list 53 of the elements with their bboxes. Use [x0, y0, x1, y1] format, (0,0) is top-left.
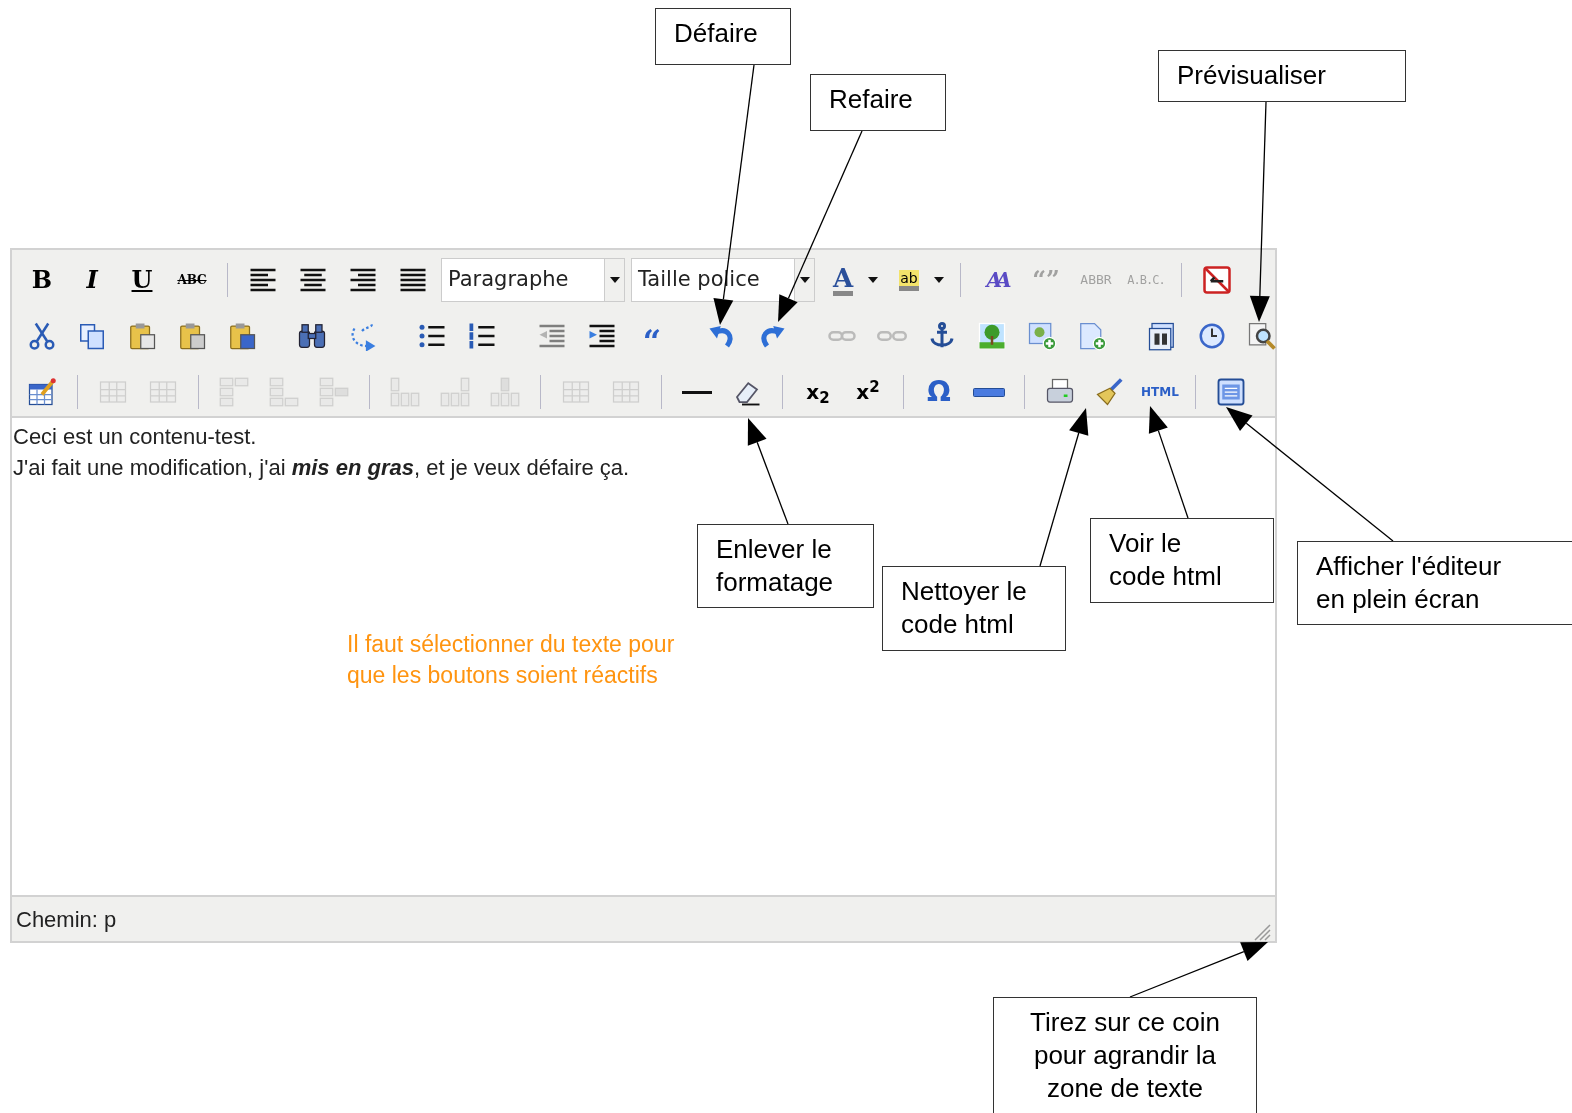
table-column-icon [440, 377, 470, 407]
caret-icon [868, 277, 878, 283]
toolbar-button[interactable]: HTML [1138, 370, 1182, 414]
hint-text: Il faut sélectionner du texte pour que les boutons soient réactifs [347, 630, 675, 690]
content-line: J'ai fait une modification, j'ai mis en gras, et je veux défaire ça. [13, 454, 631, 482]
table-row-icon [319, 377, 349, 407]
file-add-icon [1077, 321, 1107, 351]
callout-text: Nettoyer le code html [901, 575, 1028, 641]
callout-text: Prévisualiser [1177, 59, 1327, 92]
toolbar-button[interactable]: x$_{2}$ [796, 370, 840, 414]
toolbar-button[interactable]: Ω [917, 370, 961, 414]
callout-text: Enlever le formatage [716, 533, 835, 599]
callout-text: Refaire [829, 83, 914, 116]
table-column-icon [490, 377, 520, 407]
format-dropdown[interactable]: Paragraphe [441, 258, 625, 302]
content-line: Ceci est un contenu-test. [13, 423, 258, 451]
toolbar-button[interactable]: I [70, 258, 114, 302]
caret-icon [799, 277, 810, 283]
image-add-icon [1027, 321, 1057, 351]
clock-icon [1197, 321, 1227, 351]
table-edit-icon [27, 377, 57, 407]
dropdown-value: Paragraphe [447, 266, 570, 294]
toolbar-button[interactable]: x$^{2}$ [846, 370, 890, 414]
table-column-icon [390, 377, 420, 407]
scissors-icon [27, 321, 57, 351]
caret-icon [934, 277, 944, 283]
tree-picture-icon [977, 321, 1007, 351]
toolbar-button[interactable]: B [20, 258, 64, 302]
caret-icon [609, 277, 620, 283]
toolbar-button[interactable]: ABC [170, 258, 214, 302]
element-path: Chemin: p [16, 905, 117, 934]
callout-text: Afficher l'éditeur en plein écran [1316, 550, 1503, 616]
toolbar-button[interactable]: AA [974, 258, 1018, 302]
horizontal-line-icon [682, 390, 712, 394]
crossed-box-icon [1202, 265, 1232, 295]
horizontal-bar-icon [973, 387, 1005, 397]
copy-icon [77, 321, 107, 351]
numbered-list-icon [467, 321, 497, 351]
toolbar-button[interactable]: “ [630, 314, 674, 358]
binoculars-icon [297, 321, 327, 351]
broom-icon [1095, 377, 1125, 407]
toolbar-button[interactable]: A [821, 258, 865, 302]
table-row-icon [219, 377, 249, 407]
table-row-icon [269, 377, 299, 407]
callout-text: Défaire [674, 17, 759, 50]
clipboard-icon [177, 321, 207, 351]
clipboard-icon [227, 321, 257, 351]
callout-text: Tirez sur ce coin pour agrandir la zone de texte [1030, 1006, 1220, 1105]
toolbar-button[interactable]: U [120, 258, 164, 302]
clipboard-icon [127, 321, 157, 351]
window-icon [1216, 377, 1246, 407]
toolbar-button[interactable]: ab [887, 258, 931, 302]
callout-text: Voir le code html [1109, 527, 1223, 593]
